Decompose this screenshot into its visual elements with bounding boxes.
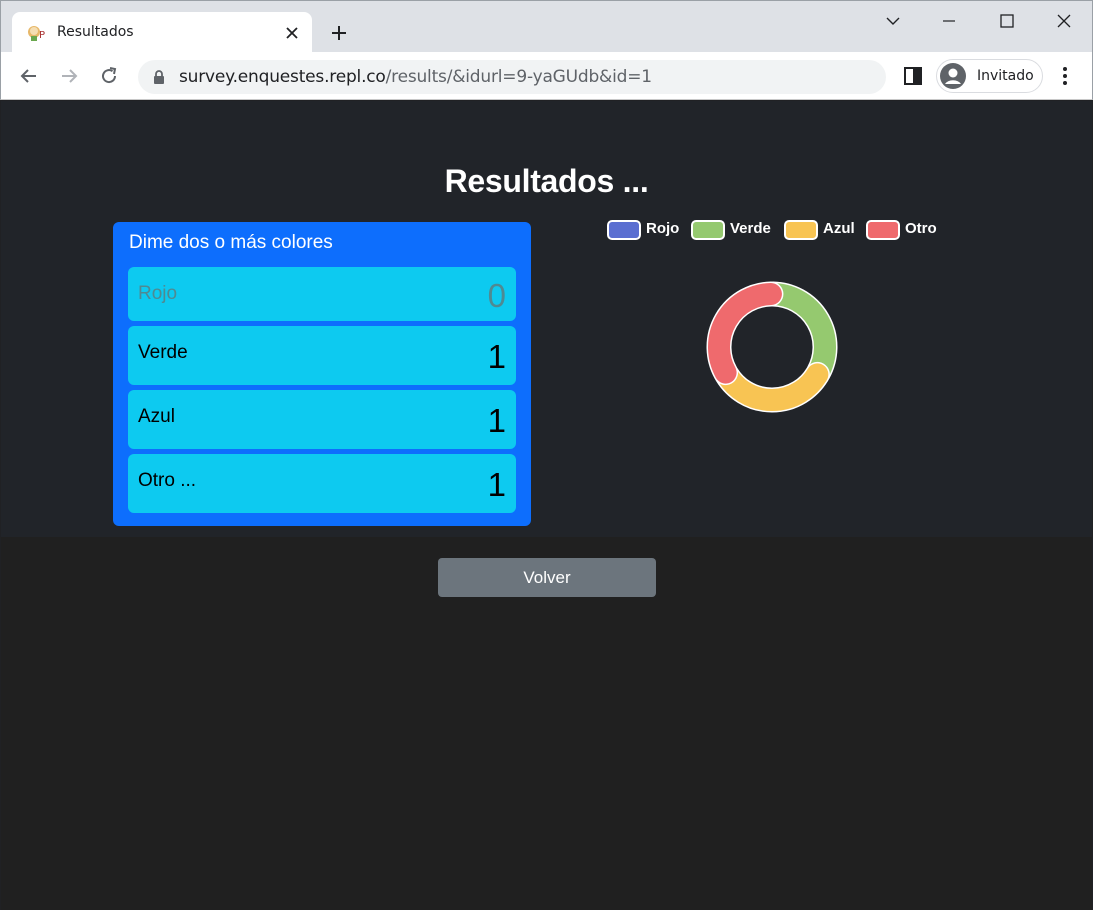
option-label: Azul xyxy=(138,406,175,427)
svg-text:P: P xyxy=(39,30,45,41)
page-title: Resultados ... xyxy=(444,163,649,199)
option-azul: Azul 1 xyxy=(128,390,516,449)
profile-label: Invitado xyxy=(977,68,1034,84)
slice-azul[interactable] xyxy=(715,363,829,411)
legend-swatch xyxy=(607,220,641,240)
tab-search-icon[interactable] xyxy=(881,9,905,33)
slice-verde[interactable] xyxy=(762,283,836,384)
legend-label: Otro xyxy=(905,220,937,237)
profile-button[interactable]: Invitado xyxy=(936,59,1043,93)
browser-tab[interactable]: P Resultados xyxy=(12,12,312,54)
question-title: Dime dos o más colores xyxy=(129,232,333,253)
option-otro: Otro ... 1 xyxy=(128,454,516,513)
browser-title-bar: P Resultados xyxy=(0,0,1093,54)
back-button[interactable]: Volver xyxy=(438,558,656,597)
reload-icon[interactable] xyxy=(97,64,121,88)
option-count: 1 xyxy=(487,402,506,439)
forward-icon[interactable] xyxy=(57,64,81,88)
legend-swatch xyxy=(784,220,818,240)
close-window-icon[interactable] xyxy=(1052,9,1076,33)
legend-swatch xyxy=(691,220,725,240)
side-panel-icon[interactable] xyxy=(901,64,925,88)
tab-title: Resultados xyxy=(57,24,134,40)
option-label: Verde xyxy=(138,342,188,363)
url-text: survey.enquestes.repl.co/results/&idurl=… xyxy=(179,67,652,87)
kebab-menu-icon[interactable] xyxy=(1053,64,1077,88)
legend-label: Azul xyxy=(823,220,855,237)
close-tab-icon[interactable] xyxy=(282,23,302,43)
page-content: Resultados ... Dime dos o más colores Ro… xyxy=(1,101,1092,910)
slice-otro[interactable] xyxy=(708,283,782,384)
legend-label: Rojo xyxy=(646,220,680,237)
avatar-icon xyxy=(940,63,966,89)
minimize-icon[interactable] xyxy=(937,9,961,33)
new-tab-icon[interactable] xyxy=(327,21,351,45)
option-count: 0 xyxy=(487,277,506,314)
back-icon[interactable] xyxy=(17,64,41,88)
legend-label: Verde xyxy=(730,220,771,237)
option-verde: Verde 1 xyxy=(128,326,516,385)
option-label: Rojo xyxy=(138,283,178,304)
doughnut-chart xyxy=(706,281,838,413)
question-card: Dime dos o más colores Rojo 0 Verde 1 Az… xyxy=(113,222,531,526)
option-count: 1 xyxy=(487,338,506,375)
lock-icon xyxy=(151,69,167,85)
address-bar[interactable]: survey.enquestes.repl.co/results/&idurl=… xyxy=(138,60,886,94)
results-panel: Resultados ... Dime dos o más colores Ro… xyxy=(1,101,1092,537)
browser-toolbar: survey.enquestes.repl.co/results/&idurl=… xyxy=(0,52,1093,100)
legend-swatch xyxy=(866,220,900,240)
maximize-icon[interactable] xyxy=(995,9,1019,33)
option-label: Otro ... xyxy=(138,470,197,491)
option-count: 1 xyxy=(487,466,506,503)
favicon-icon: P xyxy=(26,23,46,43)
option-rojo: Rojo 0 xyxy=(128,267,516,321)
